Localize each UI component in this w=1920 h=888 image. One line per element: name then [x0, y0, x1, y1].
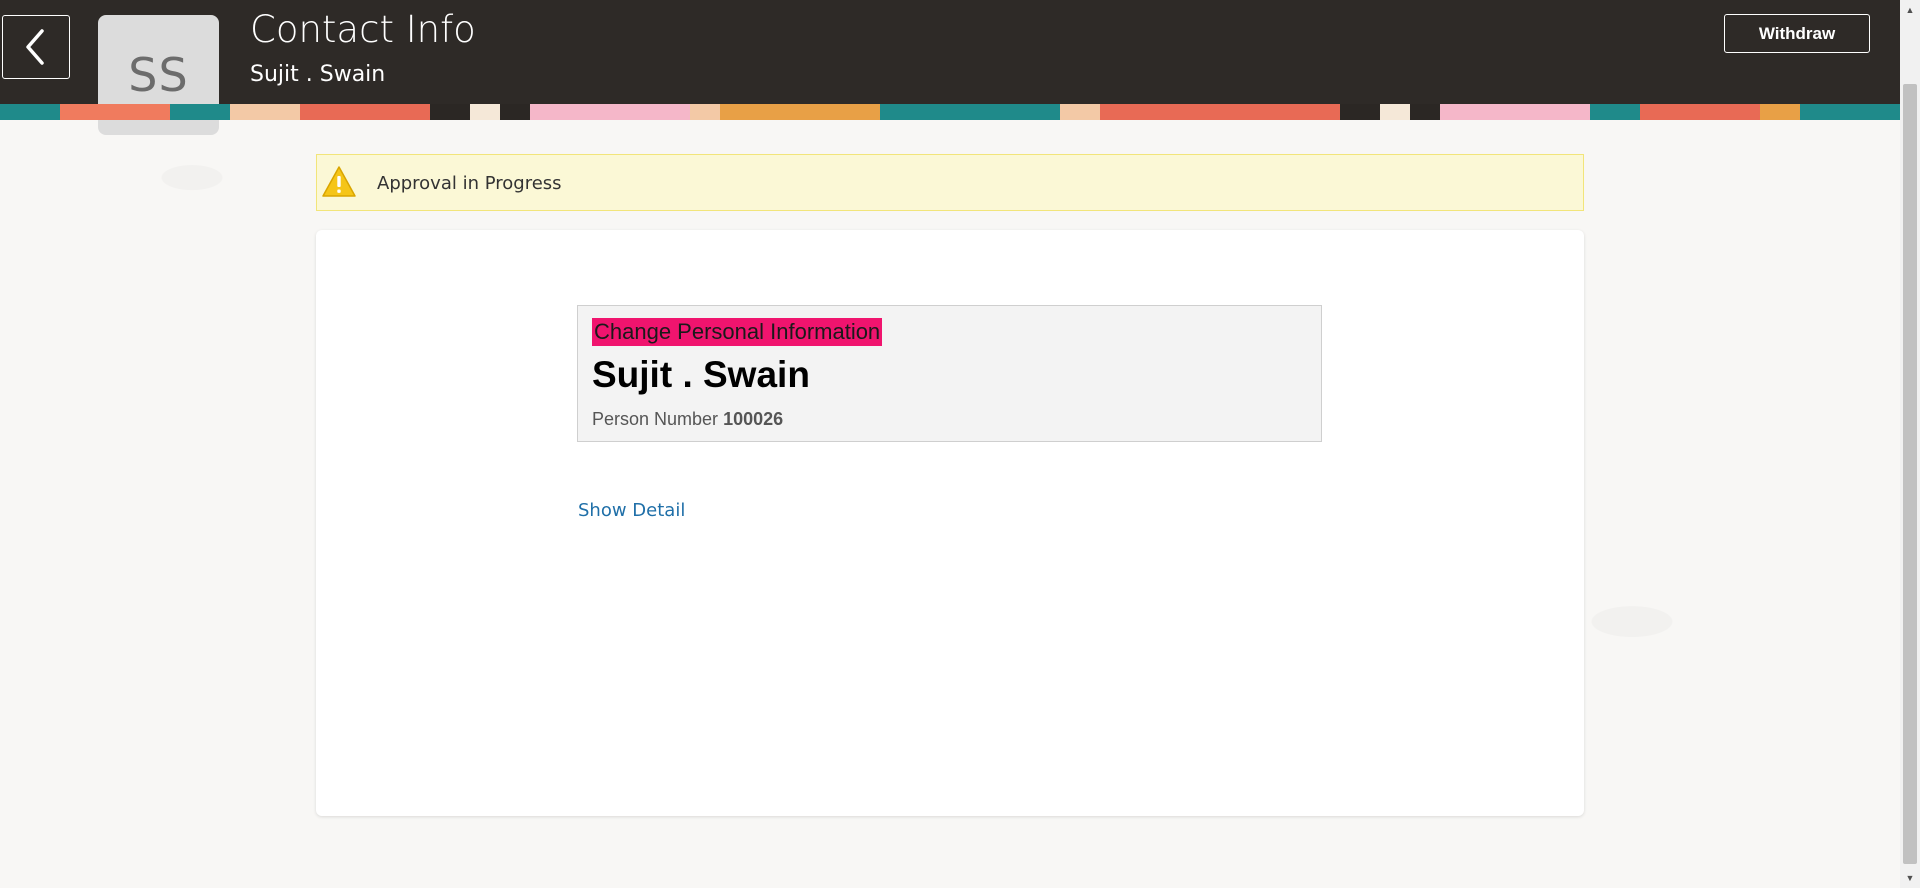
- scroll-down-icon[interactable]: ▼: [1904, 872, 1916, 884]
- avatar-initials: SS: [128, 48, 189, 102]
- chevron-left-icon: [26, 29, 44, 65]
- scroll-thumb[interactable]: [1903, 84, 1917, 864]
- alert-text: Approval in Progress: [377, 173, 562, 194]
- warning-icon: [322, 166, 356, 197]
- person-number-value: 100026: [723, 409, 784, 429]
- approval-alert: Approval in Progress: [316, 154, 1584, 211]
- page-subtitle: Sujit . Swain: [250, 62, 386, 87]
- person-name: Sujit . Swain: [592, 354, 810, 395]
- scroll-up-icon[interactable]: ▲: [1904, 4, 1916, 16]
- withdraw-button[interactable]: Withdraw: [1724, 14, 1870, 53]
- change-type-label: Change Personal Information: [592, 318, 883, 346]
- back-button[interactable]: [2, 15, 70, 79]
- show-detail-link[interactable]: Show Detail: [578, 500, 685, 521]
- page: SS Contact Info Sujit . Swain Withdraw A…: [0, 0, 1920, 888]
- page-header: SS Contact Info Sujit . Swain Withdraw: [0, 0, 1900, 135]
- decorative-banner: [0, 104, 1900, 120]
- vertical-scrollbar[interactable]: ▲ ▼: [1900, 0, 1920, 888]
- page-title: Contact Info: [250, 8, 476, 51]
- person-info-box: Change Personal Information Sujit . Swai…: [577, 305, 1322, 442]
- person-number-label: Person Number: [592, 409, 719, 429]
- person-number: Person Number 100026: [592, 409, 783, 430]
